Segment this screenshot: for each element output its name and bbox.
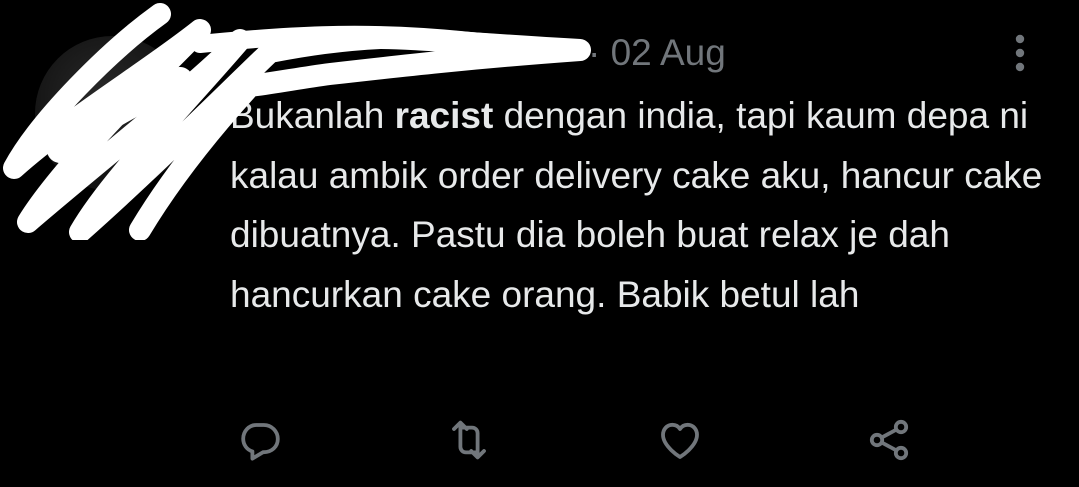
timestamp-date: 02 Aug [610,32,726,73]
retweet-icon [452,420,486,460]
share-button[interactable] [861,412,917,468]
tweet-header: · 02 Aug [230,28,990,80]
tweet-text: Bukanlah racist dengan india, tapi kaum … [230,86,1050,324]
more-vertical-icon [1015,34,1025,72]
retweet-button[interactable] [441,412,497,468]
avatar[interactable] [35,36,190,191]
tweet-actions [232,412,932,468]
tweet-text-bold: racist [394,95,494,136]
tweet[interactable]: · 02 Aug Bukanlah racist dengan india, t… [0,0,1079,487]
heart-icon [661,422,699,459]
reply-icon [241,423,280,461]
timestamp-separator: · [588,32,601,73]
timestamp[interactable]: · 02 Aug [588,32,726,74]
more-options-button[interactable] [1002,32,1038,74]
reply-button[interactable] [232,412,288,468]
tweet-text-start: Bukanlah [230,95,395,136]
share-icon [869,419,909,461]
like-button[interactable] [652,412,708,468]
